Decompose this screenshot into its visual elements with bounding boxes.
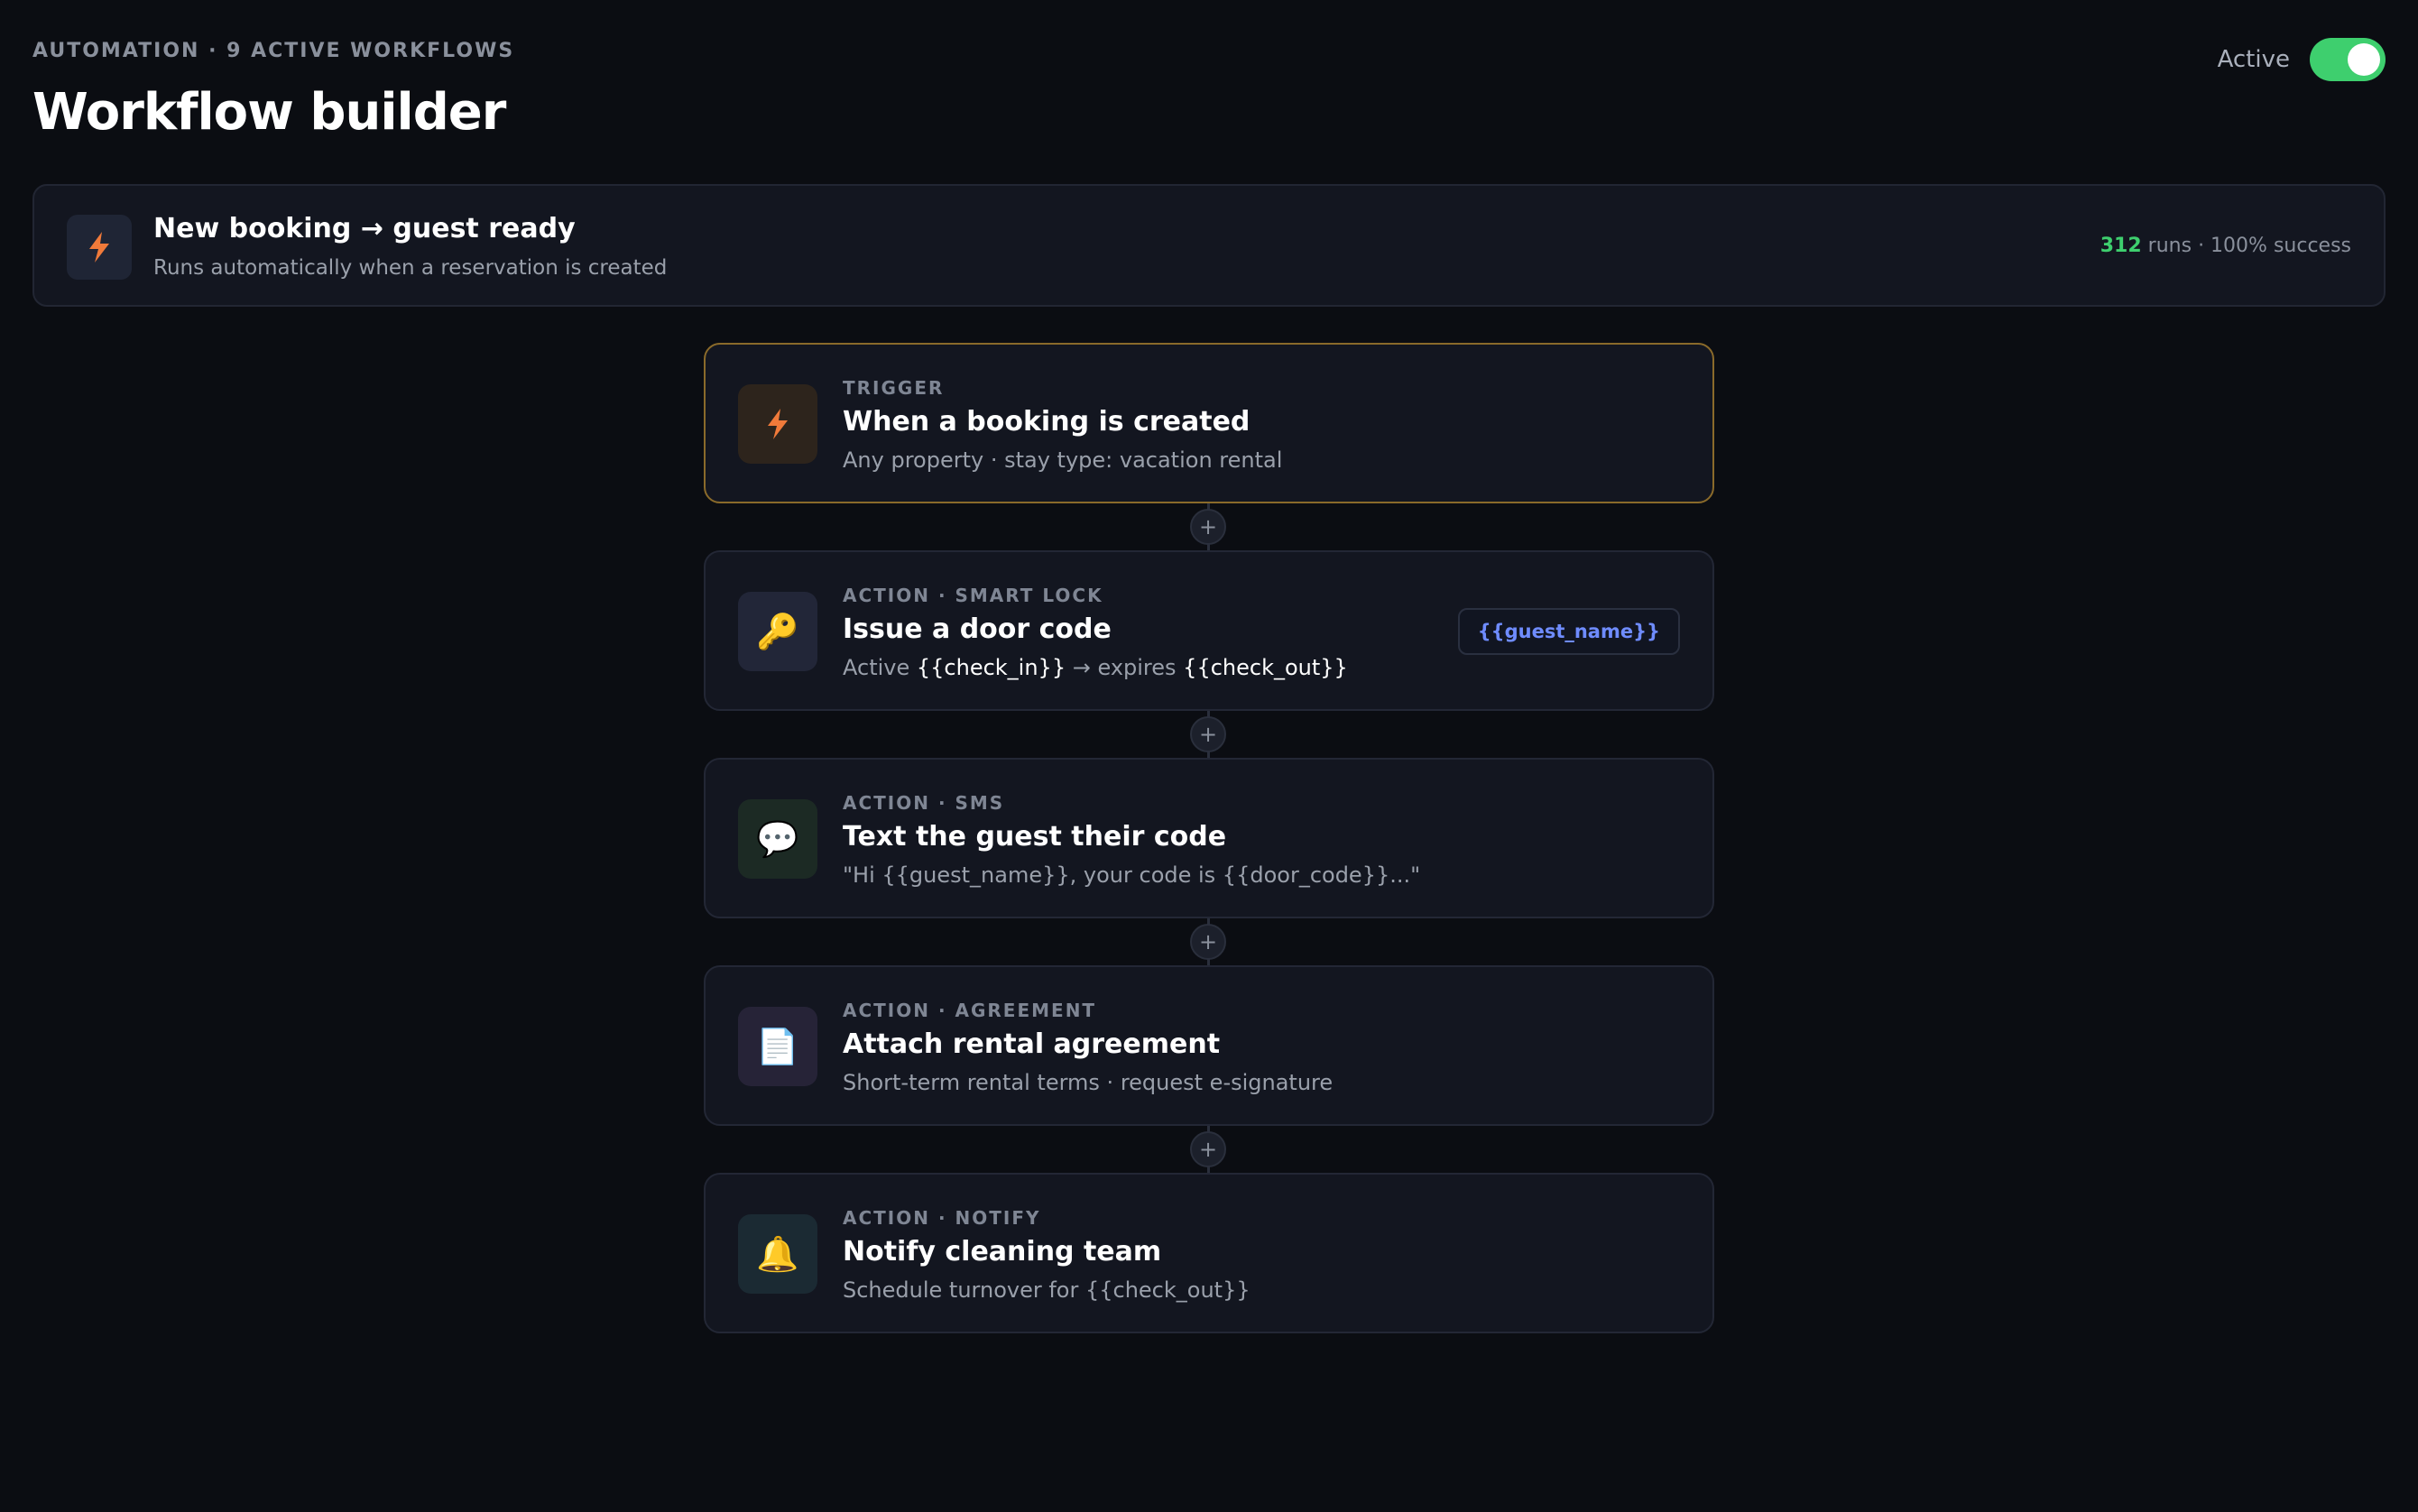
page-header: AUTOMATION · 9 ACTIVE WORKFLOWS Workflow… [32,0,2386,184]
add-step-button[interactable]: + [1190,924,1226,960]
step-description: Active {{check_in}} → expires {{check_ou… [843,655,1348,680]
step-title: Attach rental agreement [843,1028,1221,1060]
workflow-builder-page: AUTOMATION · 9 ACTIVE WORKFLOWS Workflow… [0,0,2418,1512]
step-title: When a booking is created [843,406,1251,438]
step-title: Notify cleaning team [843,1236,1162,1268]
step-title: Text the guest their code [843,821,1227,853]
add-step-button[interactable]: + [1190,716,1226,752]
step-connector: + [704,711,1714,758]
bell-icon: 🔔 [738,1214,817,1294]
page-eyebrow: AUTOMATION · 9 ACTIVE WORKFLOWS [32,40,515,62]
step-kicker: ACTION · SMART LOCK [843,585,1103,606]
lightning-bolt-icon [67,215,132,280]
step-kicker: TRIGGER [843,377,945,399]
lightning-bolt-icon [738,384,817,464]
runs-suffix: runs · 100% success [2141,235,2351,257]
step-trigger[interactable]: TRIGGER When a booking is created Any pr… [704,343,1714,503]
runs-count: 312 [2100,235,2142,257]
step-description: Short-term rental terms · request e-sign… [843,1070,1334,1095]
active-toggle[interactable] [2310,38,2386,81]
check-in-variable: {{check_in}} [916,655,1066,680]
check-out-variable: {{check_out}} [1183,655,1348,680]
speech-bubble-icon: 💬 [738,799,817,879]
add-step-button[interactable]: + [1190,1131,1226,1167]
lightning-bolt-svg [768,409,788,439]
page-title: Workflow builder [32,83,506,142]
guest-name-variable-chip[interactable]: {{guest_name}} [1457,608,1680,655]
key-icon: 🔑 [738,592,817,671]
workflow-description: Runs automatically when a reservation is… [153,256,668,280]
workflow-steps: TRIGGER When a booking is created Any pr… [704,343,1714,1333]
step-kicker: ACTION · AGREEMENT [843,1000,1097,1021]
document-icon: 📄 [738,1007,817,1086]
step-connector: + [704,503,1714,550]
active-status: Active [2218,38,2386,81]
step-description: Schedule turnover for {{check_out}} [843,1277,1251,1303]
step-kicker: ACTION · NOTIFY [843,1207,1041,1229]
step-title: Issue a door code [843,613,1112,645]
step-smart-lock[interactable]: 🔑 ACTION · SMART LOCK Issue a door code … [704,550,1714,711]
toggle-knob [2348,43,2380,76]
desc-mid: → expires [1066,655,1184,680]
lightning-bolt-svg [89,232,109,263]
step-connector: + [704,918,1714,965]
step-description: "Hi {{guest_name}}, your code is {{door_… [843,862,1421,888]
add-step-button[interactable]: + [1190,509,1226,545]
workflow-name: New booking → guest ready [153,213,576,244]
workflow-stats: 312 runs · 100% success [2100,235,2351,257]
desc-prefix: Active [843,655,917,680]
step-kicker: ACTION · SMS [843,792,1005,814]
step-agreement[interactable]: 📄 ACTION · AGREEMENT Attach rental agree… [704,965,1714,1126]
step-connector: + [704,1126,1714,1173]
active-label: Active [2217,46,2290,73]
step-description: Any property · stay type: vacation renta… [843,447,1283,473]
step-sms[interactable]: 💬 ACTION · SMS Text the guest their code… [704,758,1714,918]
workflow-summary-card[interactable]: New booking → guest ready Runs automatic… [32,184,2386,307]
step-notify[interactable]: 🔔 ACTION · NOTIFY Notify cleaning team S… [704,1173,1714,1333]
